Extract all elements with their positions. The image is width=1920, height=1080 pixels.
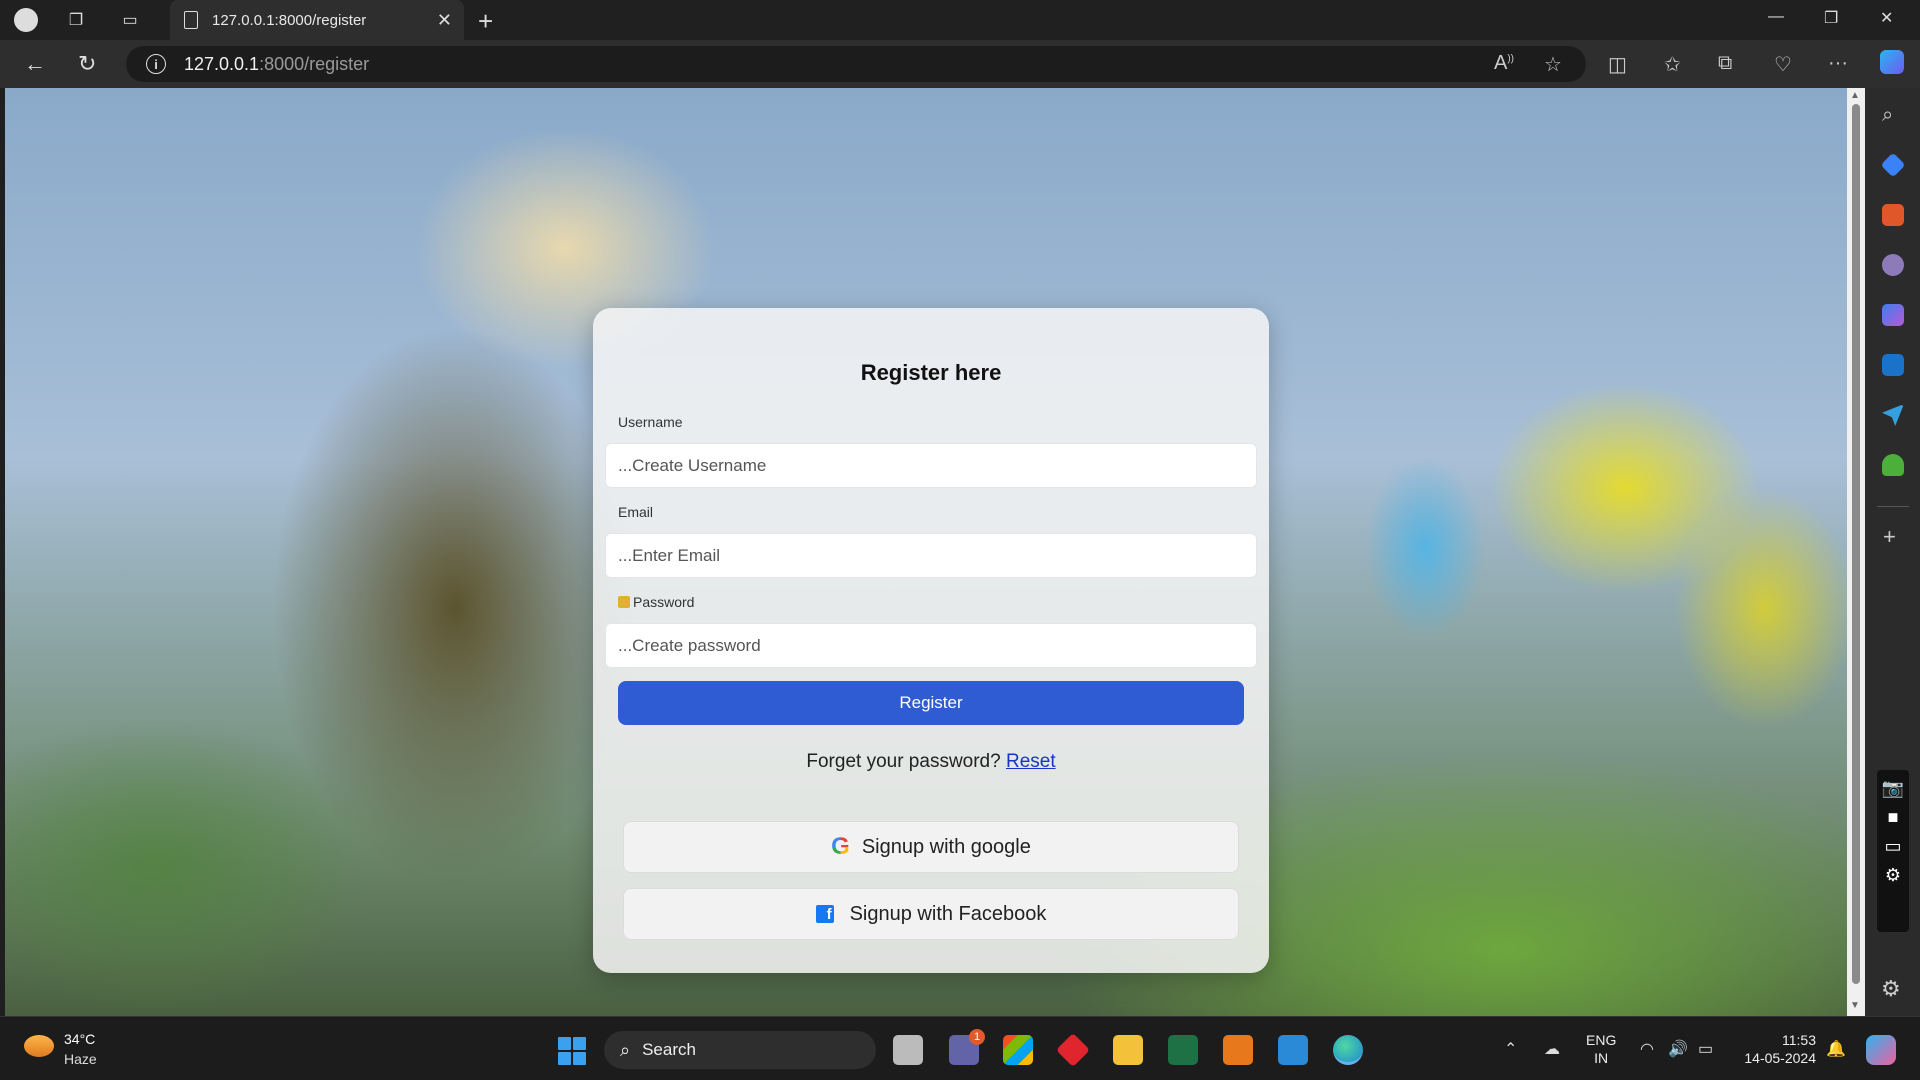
send-icon[interactable]	[1882, 404, 1904, 426]
shopping-icon[interactable]	[1880, 152, 1906, 178]
volume-icon[interactable]: 🔊	[1668, 1039, 1688, 1059]
workspaces-icon[interactable]: ❐	[64, 8, 88, 32]
document-icon	[184, 11, 198, 29]
battery-icon[interactable]: ▭	[1698, 1039, 1713, 1059]
window-icon[interactable]: ▭	[1877, 836, 1909, 857]
google-signup-label: Signup with google	[861, 835, 1031, 858]
floating-capture-toolbar: 📷 ■ ▭ ⚙	[1877, 770, 1909, 932]
split-screen-icon[interactable]: ◫	[1608, 52, 1627, 77]
password-input[interactable]	[605, 623, 1257, 668]
restore-button[interactable]: ❐	[1824, 8, 1838, 28]
password-label: Password	[633, 594, 695, 610]
favorite-star-icon[interactable]: ☆	[1544, 52, 1562, 77]
email-input[interactable]	[605, 533, 1257, 578]
teams-icon[interactable]: 1	[949, 1029, 985, 1065]
onedrive-icon[interactable]: ☁	[1544, 1039, 1560, 1059]
edge-icon[interactable]	[1333, 1035, 1363, 1065]
office-app-icon[interactable]	[1223, 1035, 1253, 1065]
weather-icon[interactable]	[24, 1035, 54, 1057]
vertical-scrollbar[interactable]: ▲ ▼	[1847, 88, 1865, 1016]
games-icon[interactable]	[1882, 254, 1904, 276]
task-view-icon[interactable]	[893, 1035, 923, 1065]
weather-temperature[interactable]: 34°C	[64, 1031, 95, 1047]
tools-icon[interactable]	[1882, 204, 1904, 226]
notification-bell-icon[interactable]: 🔔	[1826, 1039, 1846, 1059]
profile-icon[interactable]	[14, 8, 38, 32]
magnifier-icon: ⌕	[620, 1039, 631, 1060]
username-input[interactable]	[605, 443, 1257, 488]
facebook-signup-label: Signup with Facebook	[849, 902, 1047, 925]
url-host: 127.0.0.1	[184, 53, 260, 74]
url-path: :8000/register	[259, 53, 370, 74]
settings-gear-icon[interactable]: ⚙	[1877, 865, 1909, 886]
collections-icon[interactable]: ⧉	[1718, 52, 1732, 75]
video-icon[interactable]: ■	[1877, 807, 1909, 828]
forgot-password-text: Forget your password?	[806, 751, 1001, 772]
register-button[interactable]: Register	[618, 681, 1244, 725]
taskbar-search-label: Search	[642, 1040, 696, 1059]
google-signup-button[interactable]: G Signup with google	[623, 821, 1239, 873]
copilot-taskbar-icon[interactable]	[1866, 1035, 1896, 1065]
tab-title: 127.0.0.1:8000/register	[212, 11, 367, 29]
wifi-icon[interactable]: ◠	[1640, 1039, 1654, 1059]
search-icon[interactable]: ⌕	[1882, 104, 1904, 126]
register-card: Register here Username Email Password Re…	[593, 308, 1269, 973]
active-tab[interactable]: 127.0.0.1:8000/register ✕	[170, 0, 464, 40]
page-viewport: Register here Username Email Password Re…	[5, 88, 1847, 1016]
form-title: Register here	[860, 360, 1002, 385]
sidebar-divider	[1877, 506, 1909, 507]
vscode-icon[interactable]	[1278, 1035, 1308, 1065]
outlook-icon[interactable]	[1882, 354, 1904, 376]
language-code: ENG	[1586, 1032, 1617, 1048]
language-indicator[interactable]: ENG IN	[1586, 1031, 1616, 1067]
refresh-button[interactable]: ↻	[78, 51, 96, 77]
clock[interactable]: 11:53 14-05-2024	[1738, 1031, 1816, 1067]
show-hidden-icons[interactable]: ⌃	[1504, 1039, 1517, 1059]
scroll-down-icon[interactable]: ▼	[1850, 1000, 1860, 1011]
site-info-icon[interactable]: i	[146, 54, 166, 74]
scrollbar-thumb[interactable]	[1852, 104, 1860, 984]
camera-icon[interactable]: 📷	[1877, 778, 1909, 799]
username-label: Username	[618, 414, 683, 430]
facebook-signup-button[interactable]: f Signup with Facebook	[623, 888, 1239, 940]
taskbar: 34°C Haze ⌕ Search 1 ⌃ ☁ ENG IN ◠ 🔊 ▭ 11…	[0, 1016, 1920, 1080]
start-button[interactable]	[558, 1037, 586, 1065]
tab-actions-icon[interactable]: ▭	[118, 8, 142, 32]
new-tab-button[interactable]: +	[478, 6, 493, 37]
lock-icon	[618, 596, 630, 608]
browser-essentials-icon[interactable]: ♡	[1774, 52, 1792, 77]
region-code: IN	[1594, 1050, 1609, 1066]
microsoft365-icon[interactable]	[1882, 304, 1904, 326]
close-window-button[interactable]: ✕	[1880, 8, 1893, 28]
copilot-icon[interactable]	[1880, 50, 1904, 74]
password-label-row: Password	[618, 594, 694, 610]
close-tab-icon[interactable]: ✕	[437, 10, 452, 31]
facebook-icon: f	[815, 905, 834, 923]
favorites-icon[interactable]: ✩	[1664, 52, 1681, 77]
tree-icon[interactable]	[1882, 454, 1904, 476]
more-options-icon[interactable]: ···	[1828, 52, 1848, 75]
taskbar-search[interactable]: ⌕ Search	[604, 1031, 876, 1069]
clock-date: 14-05-2024	[1744, 1050, 1816, 1066]
back-button[interactable]: ←	[24, 51, 46, 77]
reset-link[interactable]: Reset	[1006, 751, 1056, 772]
forgot-password-row: Forget your password? Reset	[593, 751, 1269, 773]
anydesk-icon[interactable]	[1056, 1033, 1090, 1067]
scroll-up-icon[interactable]: ▲	[1850, 90, 1860, 101]
teams-badge: 1	[969, 1029, 985, 1045]
weather-description[interactable]: Haze	[64, 1051, 97, 1067]
url-field[interactable]: i 127.0.0.1:8000/register	[126, 46, 1586, 82]
google-icon: G	[831, 833, 850, 860]
excel-icon[interactable]	[1168, 1035, 1198, 1065]
email-label: Email	[618, 504, 654, 520]
clock-time: 11:53	[1782, 1032, 1816, 1048]
read-aloud-icon[interactable]: A))	[1494, 52, 1514, 75]
sidebar-settings-icon[interactable]: ⚙	[1881, 976, 1901, 1002]
address-bar: ← ↻ i 127.0.0.1:8000/register A)) ☆ ◫ ✩ …	[0, 40, 1920, 88]
file-explorer-icon[interactable]	[1113, 1035, 1143, 1065]
add-sidebar-app-icon[interactable]: +	[1883, 524, 1896, 550]
title-bar: ❐ ▭ 127.0.0.1:8000/register ✕ + — ❐ ✕	[0, 0, 1920, 40]
store-icon[interactable]	[1003, 1035, 1033, 1065]
minimize-button[interactable]: —	[1768, 8, 1784, 26]
